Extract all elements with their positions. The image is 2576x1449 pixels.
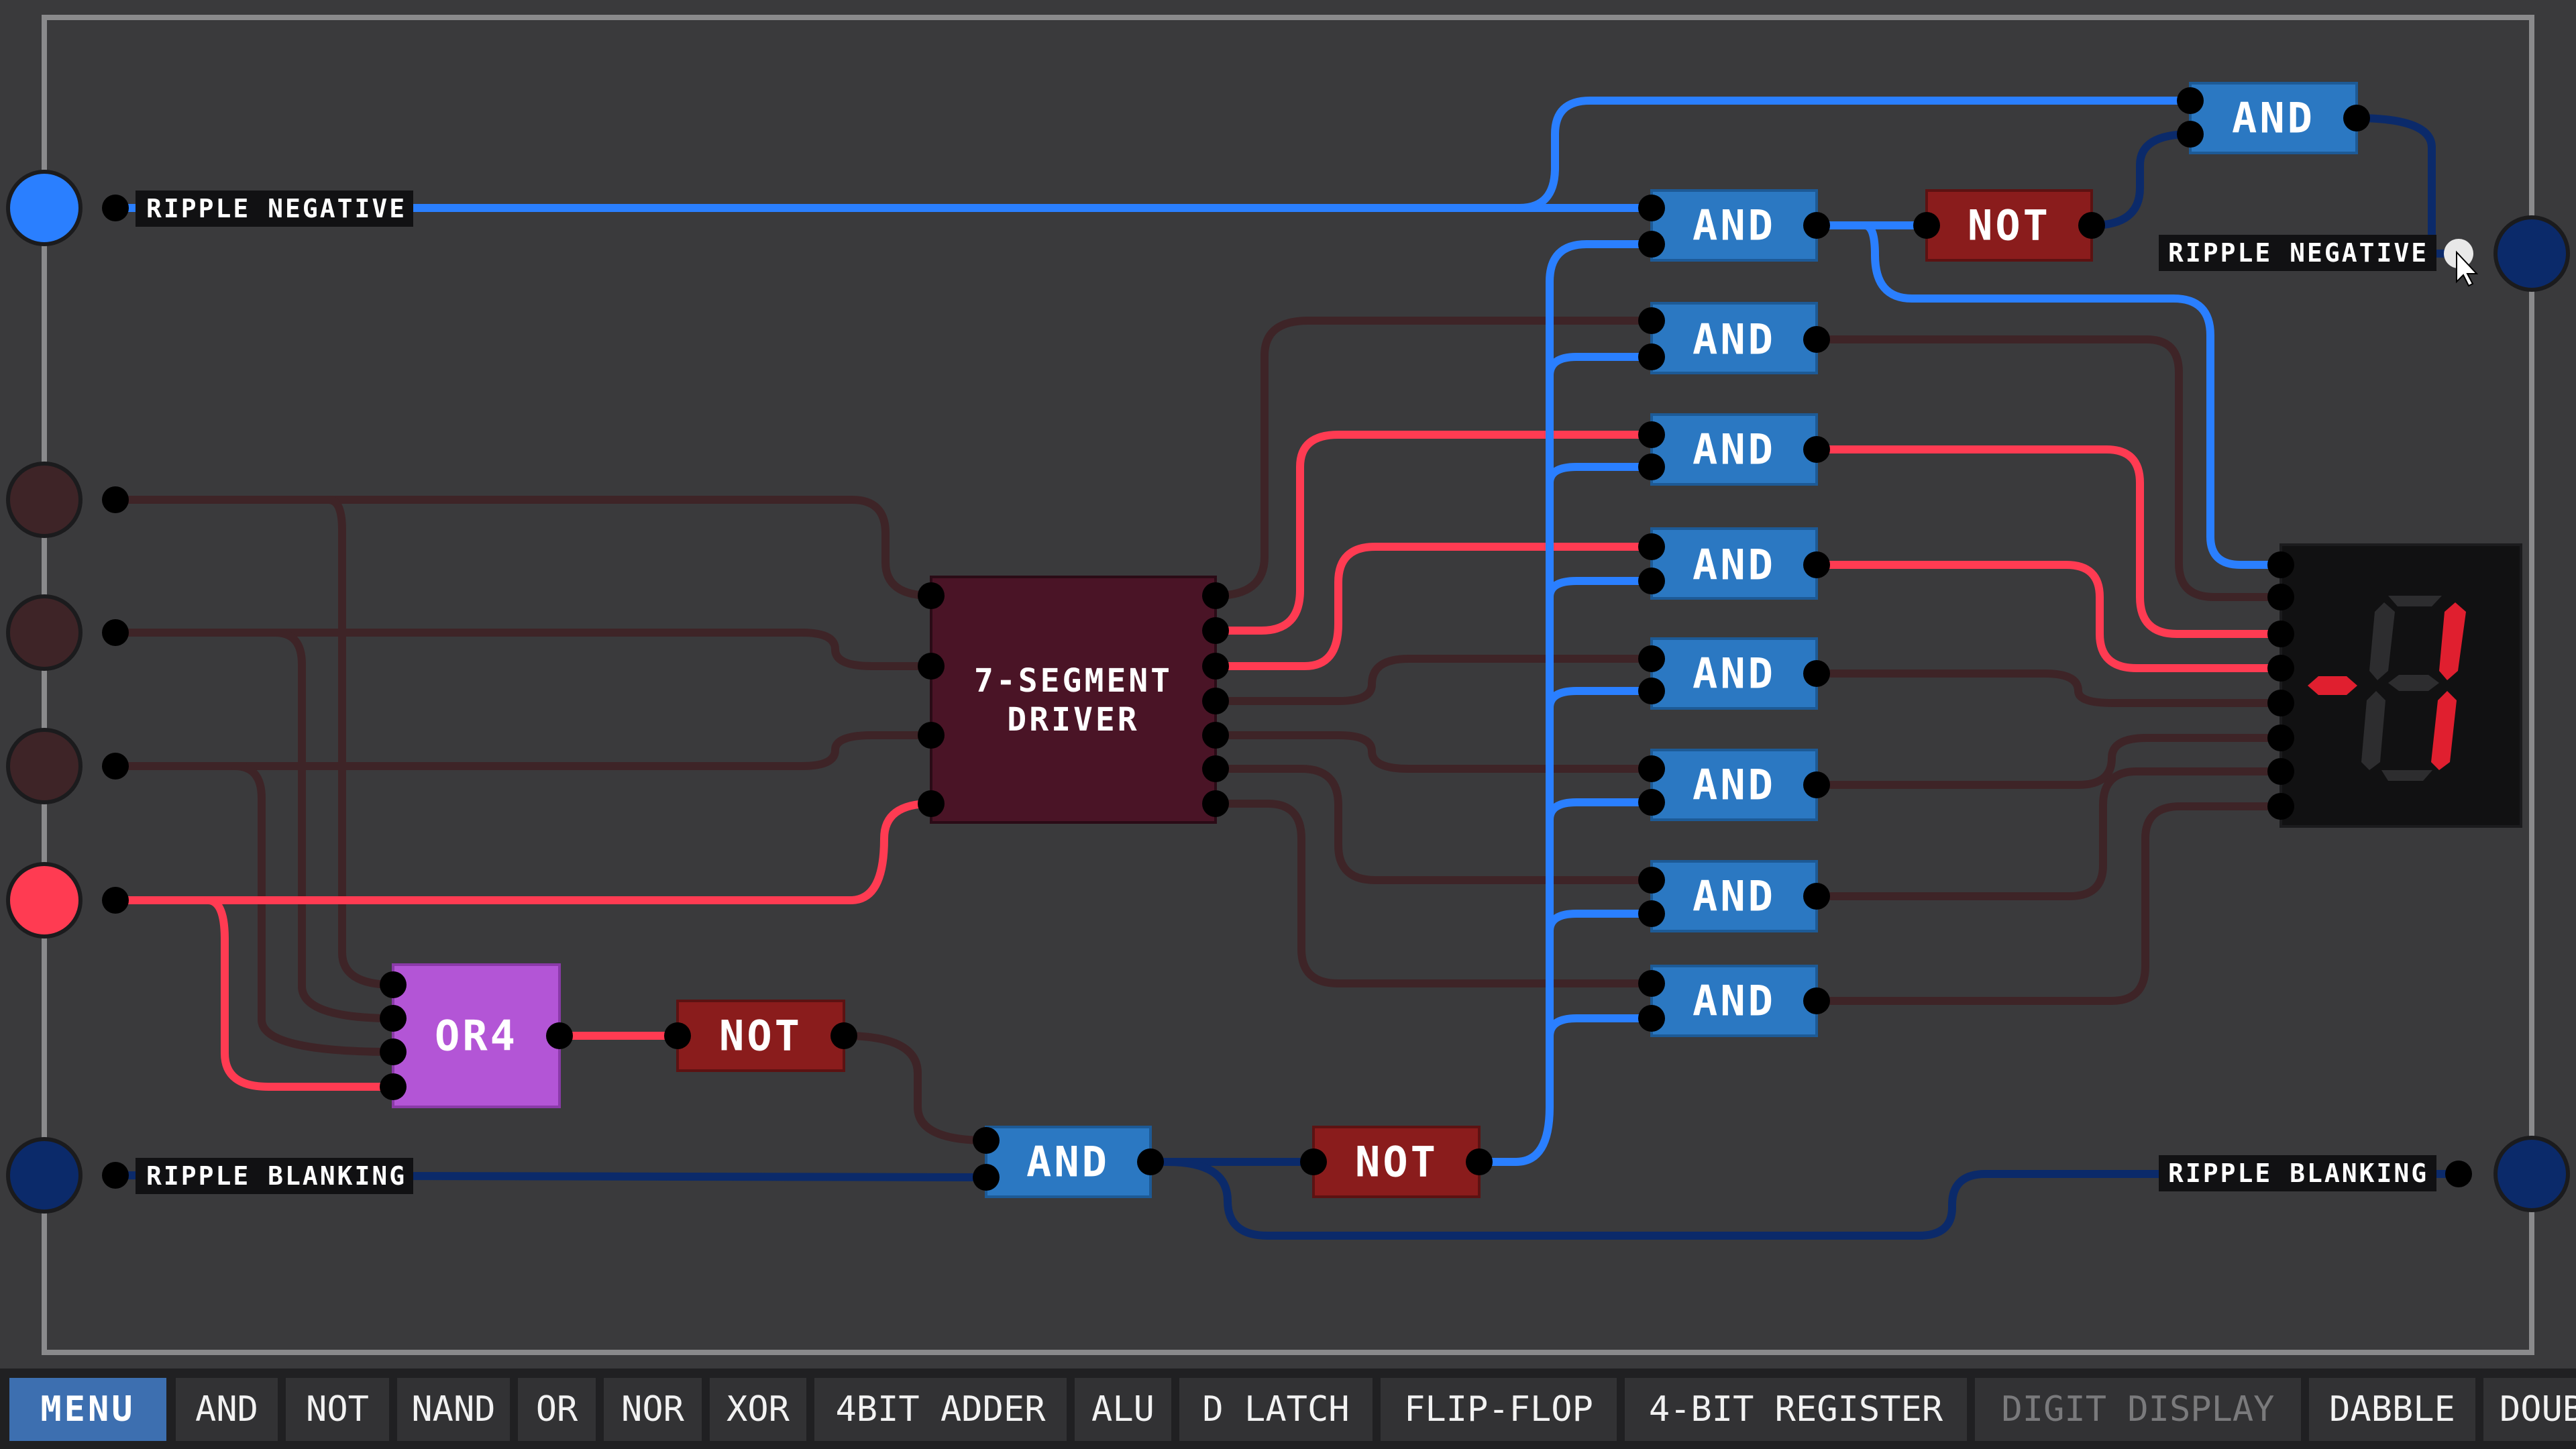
toolbar-alu-button[interactable]: ALU [1075,1378,1171,1441]
seven-segment-display[interactable] [2279,543,2522,828]
input-bit-4[interactable] [6,862,83,938]
label-ripple-negative-in: RIPPLE NEGATIVE [146,194,407,223]
toolbar-menu-button[interactable]: MENU [9,1378,166,1441]
and-gate-seg-a-label: AND [1693,315,1776,364]
and-gate-negative-label: AND [1693,201,1776,250]
not-gate-or[interactable]: NOT [676,1000,845,1072]
toolbar-double-button[interactable]: DOUBLE [2483,1378,2576,1441]
driver-label-line2: DRIVER [1007,701,1139,739]
toolbar-not-button[interactable]: NOT [286,1378,389,1441]
and-gate-seg-g[interactable]: AND [1650,965,1818,1037]
toolbar-and-button[interactable]: AND [176,1378,278,1441]
input-bit-3[interactable] [6,728,83,804]
segment-g [2388,675,2439,691]
and-gate-seg-g-label: AND [1693,977,1776,1026]
or4-gate[interactable]: OR4 [392,963,561,1108]
toolbar-d-latch-button[interactable]: D LATCH [1179,1378,1373,1441]
driver-label-line1: 7-SEGMENT [974,662,1173,700]
input-bit-2[interactable] [6,594,83,671]
and-gate-negative[interactable]: AND [1650,189,1818,262]
and-gate-seg-b[interactable]: AND [1650,413,1818,486]
label-ripple-blanking-out: RIPPLE BLANKING [2168,1159,2428,1188]
and-gate-top-label: AND [2232,94,2315,143]
toolbar-digit-display-button[interactable]: DIGIT DISPLAY [1975,1378,2301,1441]
not-gate-negative-label: NOT [1968,201,2051,250]
label-ripple-negative-out: RIPPLE NEGATIVE [2168,238,2428,268]
not-gate-or-label: NOT [719,1012,802,1061]
toolbar-xor-button[interactable]: XOR [710,1378,806,1441]
and-gate-seg-e[interactable]: AND [1650,749,1818,821]
circuit-canvas[interactable]: RIPPLE NEGATIVE RIPPLE BLANKING RIPPLE N… [0,0,2576,1368]
seven-segment-driver[interactable]: 7-SEGMENT DRIVER [930,576,1217,824]
and-gate-seg-f[interactable]: AND [1650,860,1818,932]
and-gate-seg-d[interactable]: AND [1650,637,1818,710]
and-gate-top[interactable]: AND [2189,82,2358,154]
and-gate-blanking-label: AND [1026,1138,1110,1187]
not-gate-blanking[interactable]: NOT [1312,1126,1481,1198]
or4-gate-label: OR4 [435,1012,518,1061]
toolbar-dabble-button[interactable]: DABBLE [2309,1378,2475,1441]
and-gate-seg-f-label: AND [1693,872,1776,921]
toolbar-nor-button[interactable]: NOR [604,1378,702,1441]
label-ripple-blanking-in: RIPPLE BLANKING [146,1161,407,1191]
toolbar-flip-flop-button[interactable]: FLIP-FLOP [1381,1378,1617,1441]
and-gate-seg-a[interactable]: AND [1650,302,1818,374]
not-gate-blanking-label: NOT [1355,1138,1438,1187]
input-ripple-blanking[interactable] [6,1137,83,1214]
component-toolbar: MENU AND NOT NAND OR NOR XOR 4BIT ADDER … [0,1368,2576,1449]
and-gate-seg-c[interactable]: AND [1650,527,1818,600]
and-gate-seg-b-label: AND [1693,425,1776,474]
input-ripple-negative[interactable] [6,170,83,246]
toolbar-4bit-adder-button[interactable]: 4BIT ADDER [814,1378,1067,1441]
output-ripple-blanking[interactable] [2493,1136,2570,1212]
not-gate-negative[interactable]: NOT [1925,189,2093,262]
and-gate-seg-c-label: AND [1693,541,1776,590]
and-gate-seg-e-label: AND [1693,761,1776,810]
and-gate-seg-d-label: AND [1693,649,1776,698]
toolbar-nand-button[interactable]: NAND [397,1378,510,1441]
toolbar-or-button[interactable]: OR [518,1378,596,1441]
output-ripple-negative[interactable] [2493,215,2570,292]
toolbar-4bit-register-button[interactable]: 4-BIT REGISTER [1625,1378,1967,1441]
input-bit-1[interactable] [6,462,83,538]
and-gate-blanking[interactable]: AND [985,1126,1152,1198]
